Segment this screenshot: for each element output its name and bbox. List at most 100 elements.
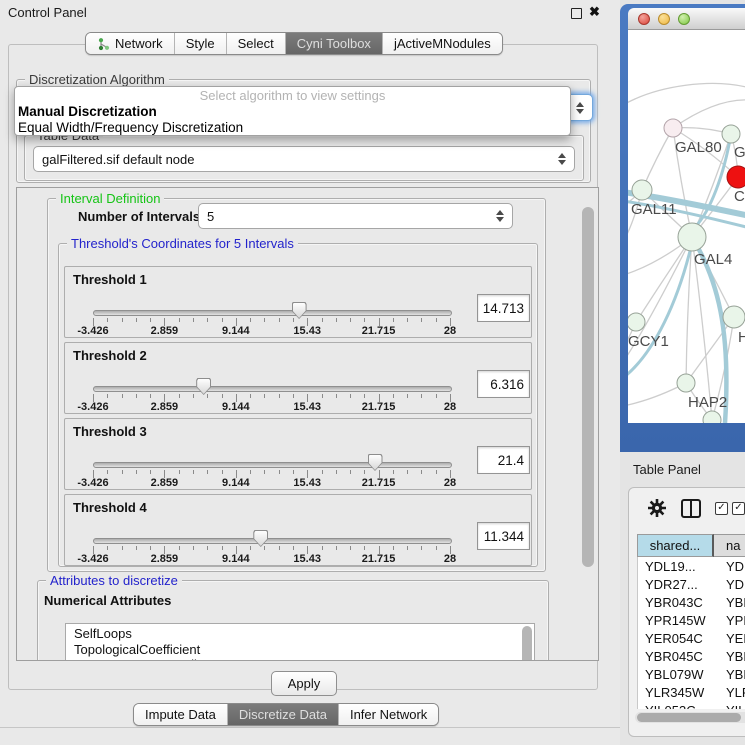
network-canvas[interactable]: GAL80GACGAL11GAL4GCY1HHAP2 (628, 30, 745, 423)
tab-network-label: Network (115, 36, 163, 51)
close-icon[interactable]: ✖ (589, 4, 600, 20)
threshold-value-field[interactable]: 11.344 (477, 522, 530, 550)
number-of-intervals-combobox[interactable]: 5 (198, 203, 513, 229)
columns-icon[interactable] (681, 499, 701, 518)
threshold-value-field[interactable]: 14.713 (477, 294, 530, 322)
float-window-icon[interactable] (571, 8, 582, 19)
attribute-item-selfloops[interactable]: SelfLoops (66, 626, 534, 642)
close-traffic-light-icon[interactable] (638, 13, 650, 25)
table-row[interactable]: YDL19...YDL1 (638, 557, 745, 575)
network-node-gcy1[interactable] (628, 313, 645, 331)
tab-select-label: Select (238, 36, 274, 51)
table-row[interactable]: YBR045CYBR0 (638, 647, 745, 665)
slider-track[interactable] (93, 462, 452, 468)
minimize-traffic-light-icon[interactable] (658, 13, 670, 25)
checkbox-icon[interactable]: ✓ (715, 502, 728, 515)
network-edge[interactable] (673, 100, 745, 128)
slider-thumb[interactable] (368, 454, 383, 471)
network-node-gal80[interactable] (664, 119, 682, 137)
minor-tick (436, 394, 437, 398)
tab-select[interactable]: Select (226, 33, 285, 54)
numerical-attributes-list[interactable]: SelfLoopsTopologicalCoefficientBetweenne… (65, 623, 535, 661)
minor-tick (122, 470, 123, 474)
tab-style[interactable]: Style (174, 33, 226, 54)
minor-tick (264, 470, 265, 474)
dropdown-placeholder: Select algorithm to view settings (15, 87, 570, 104)
attribute-item-betweennesscentrality[interactable]: BetweennessCentrality (66, 657, 534, 661)
dropdown-option-equal-width-frequency-discretization[interactable]: Equal Width/Frequency Discretization (15, 120, 570, 136)
minor-tick (150, 546, 151, 550)
tab-cyni-toolbox[interactable]: Cyni Toolbox (285, 33, 382, 54)
tick-label: 21.715 (357, 325, 401, 337)
minor-tick (279, 470, 280, 474)
table-data-combobox[interactable]: galFiltered.sif default node (33, 146, 575, 172)
minor-tick (193, 318, 194, 322)
threshold-2-box: Threshold 2-3.4262.8599.14415.4321.71528… (64, 342, 532, 414)
checkbox-icon[interactable]: ✓ (732, 502, 745, 515)
zoom-traffic-light-icon[interactable] (678, 13, 690, 25)
attribute-item-topologicalcoefficient[interactable]: TopologicalCoefficient (66, 642, 534, 658)
minor-tick (350, 318, 351, 322)
tick-label: 9.144 (214, 477, 258, 489)
network-node-c[interactable] (727, 166, 745, 188)
network-node-hap2[interactable] (677, 374, 695, 392)
interval-definition-title: Interval Definition (56, 191, 164, 206)
minor-tick (293, 394, 294, 398)
network-node-h[interactable] (723, 306, 745, 328)
table-cell: YDR2 (715, 577, 745, 592)
network-node-gal4[interactable] (678, 223, 706, 251)
tab-jactivemnodules[interactable]: jActiveMNodules (382, 33, 502, 54)
table-cell: YBR0 (715, 649, 745, 664)
table-row[interactable]: YPR145WYPR1 (638, 611, 745, 629)
network-node-ga[interactable] (722, 125, 740, 143)
minor-tick (222, 318, 223, 322)
threshold-value-field[interactable]: 21.4 (477, 446, 530, 474)
column-header-na[interactable]: na (714, 534, 745, 557)
tick-label: -3.426 (71, 401, 115, 413)
table-row[interactable]: YIL053CYIL0 (638, 701, 745, 709)
network-window-titlebar[interactable] (628, 8, 745, 30)
slider-track[interactable] (93, 386, 452, 392)
settings-vertical-scrollbar[interactable] (582, 207, 594, 567)
attributes-list-scrollbar[interactable] (522, 626, 532, 661)
bottom-tab-impute-data[interactable]: Impute Data (134, 704, 227, 725)
table-row[interactable]: YLR345WYLR3 (638, 683, 745, 701)
slider-thumb[interactable] (253, 530, 268, 547)
network-node-label: C (734, 188, 745, 205)
bottom-tab-infer-network-label: Infer Network (350, 707, 427, 722)
minor-tick (179, 470, 180, 474)
table-cell: YBL079W (638, 667, 715, 682)
dropdown-option-manual-discretization[interactable]: Manual Discretization (15, 104, 570, 120)
minor-tick (222, 546, 223, 550)
minor-tick (150, 470, 151, 474)
bottom-tab-discretize-data[interactable]: Discretize Data (227, 704, 338, 725)
tick-label: 9.144 (214, 325, 258, 337)
table-cell: YDL19... (638, 559, 715, 574)
table-horizontal-scrollbar-thumb[interactable] (637, 713, 741, 722)
tab-network[interactable]: Network (86, 33, 174, 54)
slider-track[interactable] (93, 538, 452, 544)
table-row[interactable]: YDR27...YDR2 (638, 575, 745, 593)
slider-thumb[interactable] (196, 378, 211, 395)
slider-thumb[interactable] (292, 302, 307, 319)
minor-tick (322, 318, 323, 322)
table-cell: YLR345W (638, 685, 715, 700)
slider-track[interactable] (93, 310, 452, 316)
network-node-label: GCY1 (628, 333, 669, 350)
network-node-gal11[interactable] (632, 180, 652, 200)
column-header-shared-[interactable]: shared... (637, 534, 714, 557)
minor-tick (407, 318, 408, 322)
table-horizontal-scrollbar[interactable] (635, 712, 745, 723)
apply-button[interactable]: Apply (271, 671, 337, 696)
network-node-label: GAL80 (675, 139, 722, 156)
table-cell: YER054C (638, 631, 715, 646)
threshold-value-field[interactable]: 6.316 (477, 370, 530, 398)
cyni-bottom-tabbar: Impute DataDiscretize Data Infer Network (133, 703, 439, 726)
bottom-tab-infer-network[interactable]: Infer Network (338, 704, 438, 725)
table-row[interactable]: YBR043CYBR0 (638, 593, 745, 611)
minor-tick (293, 470, 294, 474)
network-edge[interactable] (636, 237, 692, 322)
table-row[interactable]: YER054CYER0 (638, 629, 745, 647)
table-row[interactable]: YBL079WYBL0 (638, 665, 745, 683)
gear-icon[interactable] (647, 498, 667, 518)
